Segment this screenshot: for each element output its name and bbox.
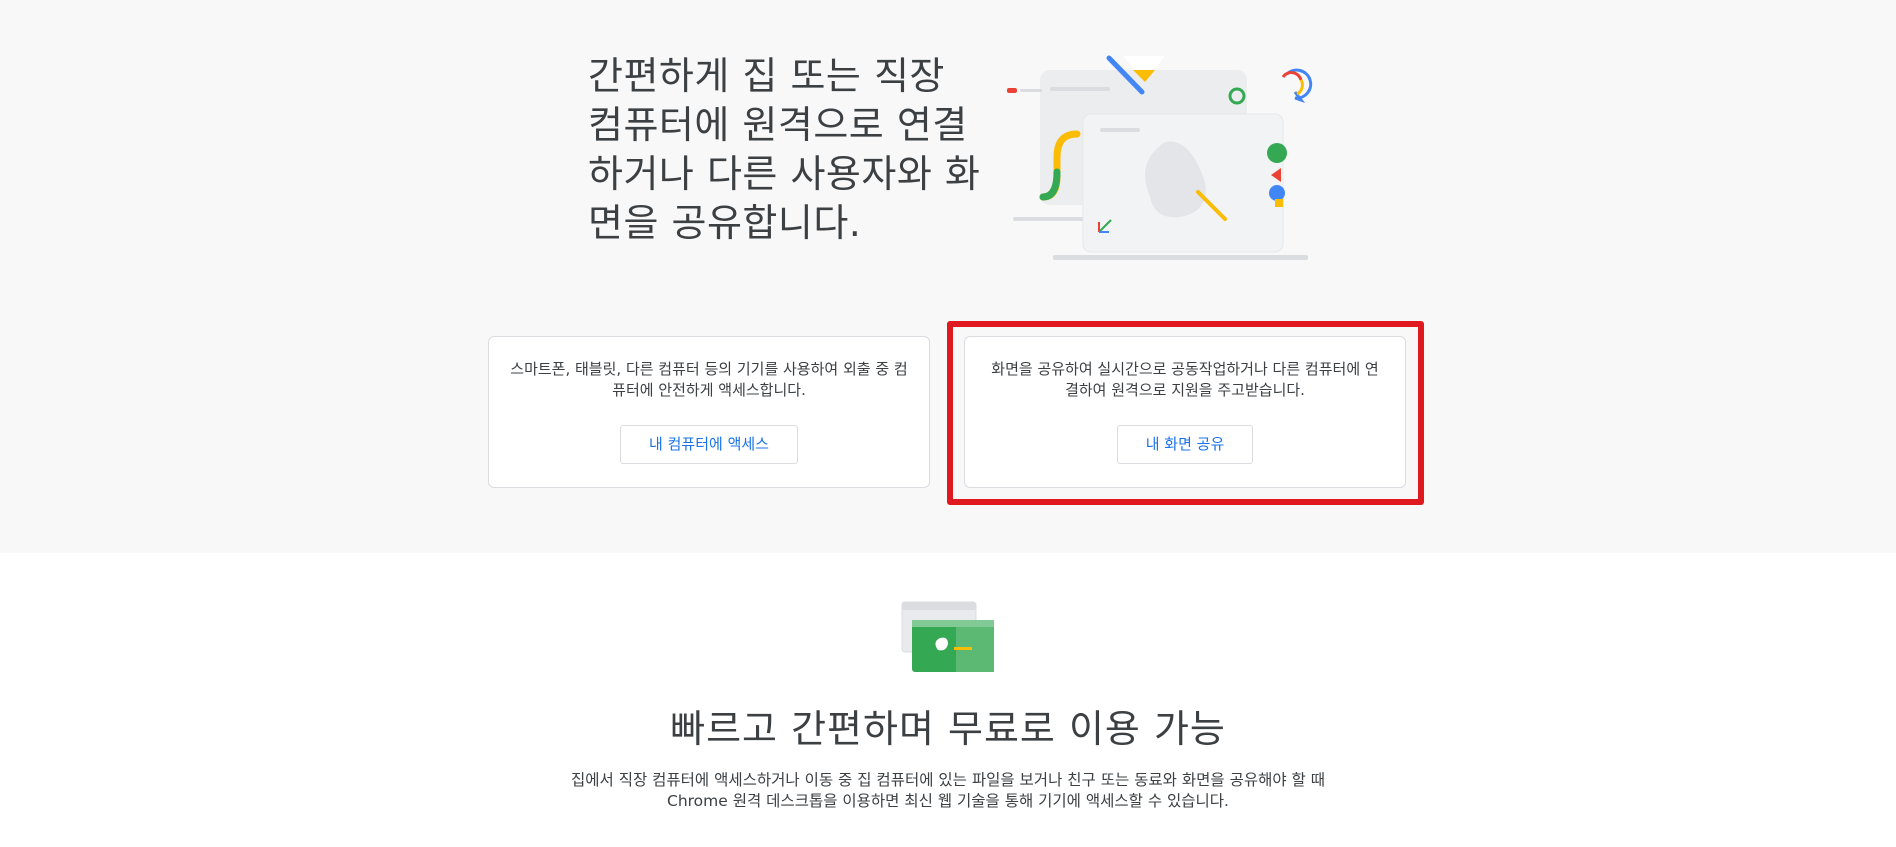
browser-windows-icon: [901, 601, 994, 672]
access-card-description: 스마트폰, 태블릿, 다른 컴퓨터 등의 기기를 사용하여 외출 중 컴퓨터에 …: [510, 360, 908, 399]
feature-description: 집에서 직장 컴퓨터에 액세스하거나 이동 중 집 컴퓨터에 있는 파일을 보거…: [571, 771, 1325, 810]
access-computer-card: 스마트폰, 태블릿, 다른 컴퓨터 등의 기기를 사용하여 외출 중 컴퓨터에 …: [488, 336, 930, 488]
hero-title: 간편하게 집 또는 직장 컴퓨터에 원격으로 연결하거나 다른 사용자와 화면을…: [588, 54, 981, 245]
share-my-screen-button[interactable]: 내 화면 공유: [1116, 425, 1254, 464]
remote-desktop-illustration: [1007, 55, 1313, 260]
feature-title: 빠르고 간편하며 무료로 이용 가능: [670, 707, 1226, 751]
share-screen-card: 화면을 공유하여 실시간으로 공동작업하거나 다른 컴퓨터에 연결하여 원격으로…: [964, 336, 1406, 488]
share-card-description: 화면을 공유하여 실시간으로 공동작업하거나 다른 컴퓨터에 연결하여 원격으로…: [991, 360, 1379, 399]
hero-section: 간편하게 집 또는 직장 컴퓨터에 원격으로 연결하거나 다른 사용자와 화면을…: [0, 0, 1896, 553]
access-my-computer-button[interactable]: 내 컴퓨터에 액세스: [620, 425, 798, 464]
